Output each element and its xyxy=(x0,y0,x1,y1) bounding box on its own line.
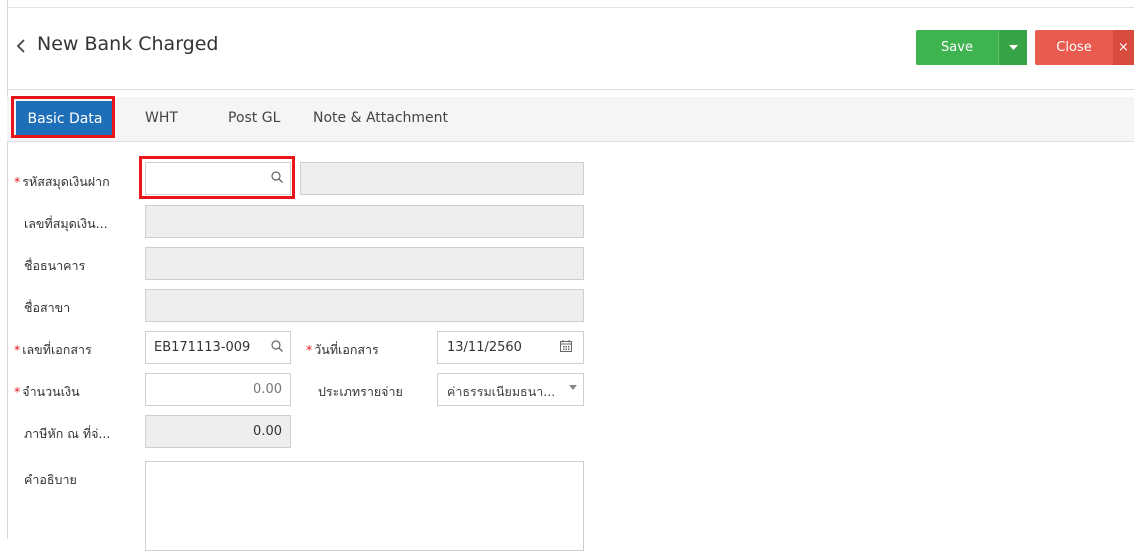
branch-name-field xyxy=(145,289,584,322)
expense-type-select[interactable]: ค่าธรรมเนียมธนา... xyxy=(437,373,584,406)
wht-label: ภาษีหัก ณ ที่จ่... xyxy=(24,426,111,441)
bank-name-label: ชื่อธนาคาร xyxy=(24,258,86,273)
tab-post-gl[interactable]: Post GL xyxy=(228,110,280,126)
wht-field: 0.00 xyxy=(145,415,291,448)
frame-border-left xyxy=(7,0,8,539)
bank-book-no-field xyxy=(145,205,584,238)
doc-date-label: * วันที่เอกสาร xyxy=(306,342,379,357)
calendar-icon[interactable] xyxy=(559,339,573,353)
search-icon[interactable] xyxy=(270,339,284,353)
doc-no-label: * เลขที่เอกสาร xyxy=(14,342,92,357)
frame-border-top xyxy=(7,7,1134,8)
doc-date-input[interactable]: 13/11/2560 xyxy=(437,331,584,364)
dropdown-arrow-icon xyxy=(569,385,577,390)
tab-wht[interactable]: WHT xyxy=(145,110,178,126)
tab-note-attachment[interactable]: Note & Attachment xyxy=(313,110,448,126)
required-asterisk: * xyxy=(14,342,21,357)
doc-no-input[interactable]: EB171113-009 xyxy=(145,331,291,364)
amount-label: * จำนวนเงิน xyxy=(14,384,80,399)
back-chevron-icon[interactable] xyxy=(12,37,30,55)
close-button[interactable]: Close xyxy=(1035,30,1113,65)
bank-book-code-input[interactable] xyxy=(145,162,291,195)
expense-type-label: ประเภทรายจ่าย xyxy=(318,384,403,399)
caret-down-icon xyxy=(1008,44,1018,50)
required-asterisk: * xyxy=(14,174,21,189)
description-textarea[interactable] xyxy=(145,461,584,551)
amount-input[interactable]: 0.00 xyxy=(145,373,291,406)
bank-name-field xyxy=(145,247,584,280)
bank-book-no-label: เลขที่สมุดเงิน... xyxy=(24,216,108,231)
bank-book-desc-field xyxy=(300,162,584,195)
branch-name-label: ชื่อสาขา xyxy=(24,300,71,315)
save-button[interactable]: Save xyxy=(916,30,998,65)
page-title: New Bank Charged xyxy=(37,33,219,55)
tab-basic-data[interactable]: Basic Data xyxy=(16,101,114,137)
search-icon[interactable] xyxy=(270,170,284,184)
save-options-dropdown[interactable] xyxy=(998,30,1027,65)
header-divider xyxy=(7,89,1134,90)
bank-book-code-label: * รหัสสมุดเงินฝาก xyxy=(14,174,110,189)
required-asterisk: * xyxy=(14,384,21,399)
description-label: คำอธิบาย xyxy=(24,472,77,487)
required-asterisk: * xyxy=(306,342,313,357)
close-x-button[interactable]: × xyxy=(1113,30,1134,65)
